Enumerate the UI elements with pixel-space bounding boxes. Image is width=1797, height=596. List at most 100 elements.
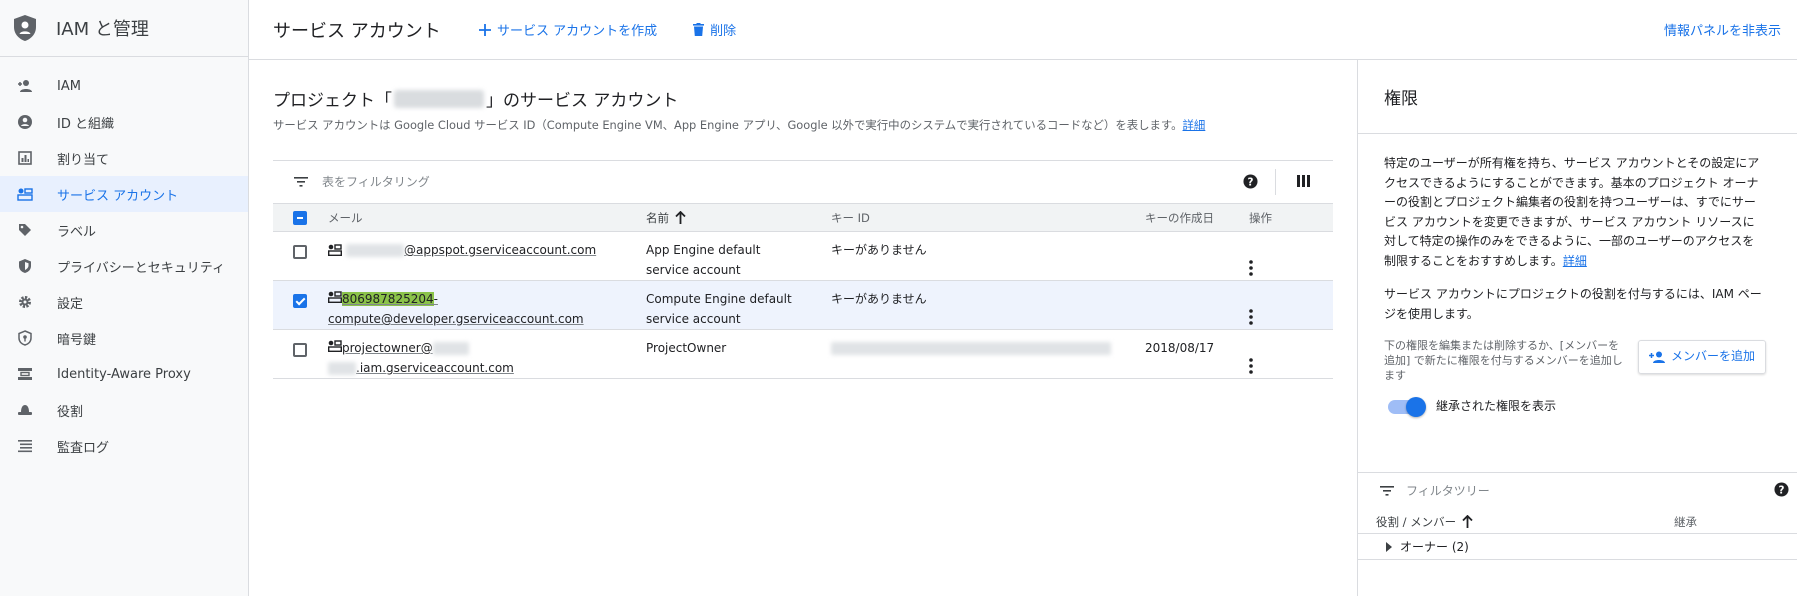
table-header-row: メール 名前 キー ID キーの作成日 操作 bbox=[273, 203, 1333, 232]
filter-icon bbox=[294, 177, 308, 187]
sidebar-item-label: 監査ログ bbox=[57, 440, 110, 456]
panel-description: 特定のユーザーが所有権を持ち、サービス アカウントとその設定にアクセスできるよう… bbox=[1384, 154, 1766, 271]
sidebar-item-label: Identity-Aware Proxy bbox=[57, 366, 191, 382]
sidebar-item-settings[interactable]: 設定 bbox=[0, 284, 248, 320]
account-name-line2: service account bbox=[646, 312, 741, 326]
help-icon[interactable]: ? bbox=[1243, 174, 1258, 189]
table-row[interactable]: @appspot.gserviceaccount.com App Engine … bbox=[273, 232, 1333, 281]
inherited-permissions-row: 継承された権限を表示 bbox=[1388, 396, 1766, 417]
column-header-email[interactable]: メール bbox=[328, 204, 646, 232]
sidebar-item-label: ラベル bbox=[57, 224, 97, 240]
create-service-account-button[interactable]: サービス アカウントを作成 bbox=[479, 20, 657, 39]
sidebar-item-identity-aware-proxy[interactable]: Identity-Aware Proxy bbox=[0, 356, 248, 392]
shield-icon bbox=[17, 258, 33, 274]
row-checkbox[interactable] bbox=[293, 294, 307, 308]
sidebar-item-label: ID と組織 bbox=[57, 116, 114, 132]
sidebar-item-label: 役割 bbox=[57, 404, 84, 420]
tree-row-owner[interactable]: オーナー (2) bbox=[1358, 534, 1797, 560]
show-inherited-toggle[interactable] bbox=[1388, 396, 1426, 417]
add-member-button[interactable]: メンバーを追加 bbox=[1637, 340, 1766, 374]
plus-icon bbox=[479, 23, 491, 36]
row-checkbox[interactable] bbox=[293, 245, 307, 259]
tree-filter-bar: ? bbox=[1358, 472, 1797, 508]
more-vert-icon[interactable] bbox=[1249, 358, 1333, 374]
sidebar-item-label: 暗号鍵 bbox=[57, 332, 97, 348]
service-account-email-link[interactable]: 806987825204- bbox=[328, 289, 646, 309]
sort-arrow-up-icon bbox=[675, 211, 686, 224]
email-text: @appspot.gserviceaccount.com bbox=[404, 243, 597, 257]
accounts-grid: メール 名前 キー ID キーの作成日 操作 @appspot.gservice… bbox=[273, 203, 1333, 379]
sidebar-item-audit-logs[interactable]: 監査ログ bbox=[0, 428, 248, 464]
add-member-label: メンバーを追加 bbox=[1670, 349, 1755, 363]
email-text: - bbox=[433, 292, 438, 306]
panel-details-link[interactable]: 詳細 bbox=[1563, 254, 1587, 268]
redacted-project-name bbox=[394, 89, 484, 108]
tree-column-role-member[interactable]: 役割 / メンバー bbox=[1376, 514, 1674, 530]
sidebar-item-roles[interactable]: 役割 bbox=[0, 392, 248, 428]
service-account-key-icon bbox=[328, 244, 342, 256]
show-inherited-label: 継承された権限を表示 bbox=[1436, 399, 1557, 413]
key-created-cell bbox=[1145, 232, 1249, 281]
select-all-checkbox[interactable] bbox=[293, 210, 307, 225]
service-account-key-icon bbox=[328, 291, 342, 303]
email-text-line2[interactable]: compute@developer.gserviceaccount.com bbox=[328, 309, 646, 329]
panel-iam-note: サービス アカウントにプロジェクトの役割を付与するには、IAM ページを使用しま… bbox=[1384, 287, 1762, 321]
delete-button[interactable]: 削除 bbox=[693, 20, 736, 39]
tree-filter-input[interactable] bbox=[1406, 483, 1726, 498]
tree-column-inherited: 継承 bbox=[1674, 514, 1697, 529]
panel-body: 特定のユーザーが所有権を持ち、サービス アカウントとその設定にアクセスできるよう… bbox=[1358, 134, 1788, 417]
row-checkbox[interactable] bbox=[293, 343, 307, 357]
service-account-email-link[interactable]: @appspot.gserviceaccount.com bbox=[328, 243, 596, 257]
table-row[interactable]: 806987825204- compute@developer.gservice… bbox=[273, 280, 1333, 330]
details-link[interactable]: 詳細 bbox=[1183, 118, 1206, 132]
more-vert-icon[interactable] bbox=[1249, 260, 1333, 276]
sidebar-item-label: IAM bbox=[57, 78, 81, 94]
help-icon[interactable]: ? bbox=[1774, 482, 1789, 497]
column-header-key-id[interactable]: キー ID bbox=[831, 204, 1145, 232]
person-add-icon bbox=[1648, 351, 1665, 363]
column-header-key-created[interactable]: キーの作成日 bbox=[1145, 204, 1249, 232]
sidebar-item-identity-org[interactable]: ID と組織 bbox=[0, 104, 248, 140]
sidebar-item-iam[interactable]: IAM bbox=[0, 68, 248, 104]
filter-icon bbox=[1380, 485, 1394, 496]
hide-info-panel-link[interactable]: 情報パネルを非表示 bbox=[1664, 20, 1781, 39]
sidebar-item-crypto-keys[interactable]: 暗号鍵 bbox=[0, 320, 248, 356]
more-vert-icon[interactable] bbox=[1249, 309, 1333, 325]
member-row: 下の権限を編集または削除するか、[メンバーを追加] で新たに権限を付与するメンバ… bbox=[1384, 338, 1766, 383]
page-title: サービス アカウント bbox=[273, 20, 441, 42]
account-name-line1: Compute Engine default bbox=[646, 292, 792, 306]
table-row[interactable]: projectowner@ .iam.gserviceaccount.com P… bbox=[273, 330, 1333, 379]
sidebar-item-privacy-security[interactable]: プライバシーとセキュリティ bbox=[0, 248, 248, 284]
sidebar-item-quotas[interactable]: 割り当て bbox=[0, 140, 248, 176]
panel-description-text: 特定のユーザーが所有権を持ち、サービス アカウントとその設定にアクセスできるよう… bbox=[1384, 156, 1760, 268]
section-title-prefix: プロジェクト「 bbox=[273, 91, 392, 111]
key-created-cell bbox=[1145, 281, 1249, 330]
top-toolbar: サービス アカウント サービス アカウントを作成 削除 情報パネルを非表示 bbox=[249, 0, 1797, 60]
panel-title: 権限 bbox=[1358, 60, 1797, 134]
redacted-text bbox=[432, 342, 469, 355]
section-title-suffix: 」のサービス アカウント bbox=[486, 91, 679, 111]
toggle-knob bbox=[1406, 396, 1426, 417]
service-account-key-icon bbox=[328, 340, 342, 352]
sidebar-item-labels[interactable]: ラベル bbox=[0, 212, 248, 248]
table-filter-input[interactable] bbox=[322, 175, 922, 189]
hat-icon bbox=[17, 402, 33, 418]
delete-label: 削除 bbox=[710, 24, 737, 39]
sidebar-header: IAM と管理 bbox=[0, 0, 248, 57]
sidebar: IAM と管理 IAM ID と組織 割り当て サービス アカウント ラベル プ… bbox=[0, 0, 249, 596]
toolbar-divider bbox=[1275, 169, 1276, 195]
tree-column-role-member-label: 役割 / メンバー bbox=[1376, 514, 1457, 529]
expand-caret-icon[interactable] bbox=[1386, 541, 1392, 552]
column-header-name[interactable]: 名前 bbox=[646, 204, 831, 232]
description-text: サービス アカウントは Google Cloud サービス ID（Compute… bbox=[273, 118, 1183, 132]
sidebar-item-label: プライバシーとセキュリティ bbox=[57, 260, 225, 276]
column-display-icon[interactable] bbox=[1297, 175, 1310, 187]
email-text-line2[interactable]: .iam.gserviceaccount.com bbox=[328, 358, 646, 378]
main-content: プロジェクト「 」のサービス アカウント サービス アカウントは Google … bbox=[249, 60, 1357, 596]
sidebar-item-service-accounts[interactable]: サービス アカウント bbox=[0, 176, 248, 212]
trash-icon bbox=[693, 23, 705, 36]
member-note: 下の権限を編集または削除するか、[メンバーを追加] で新たに権限を付与するメンバ… bbox=[1384, 339, 1623, 382]
highlighted-project-number: 806987825204 bbox=[342, 292, 434, 306]
tree-header: 役割 / メンバー 継承 bbox=[1358, 510, 1797, 534]
service-account-email-link[interactable]: projectowner@ bbox=[328, 338, 646, 358]
